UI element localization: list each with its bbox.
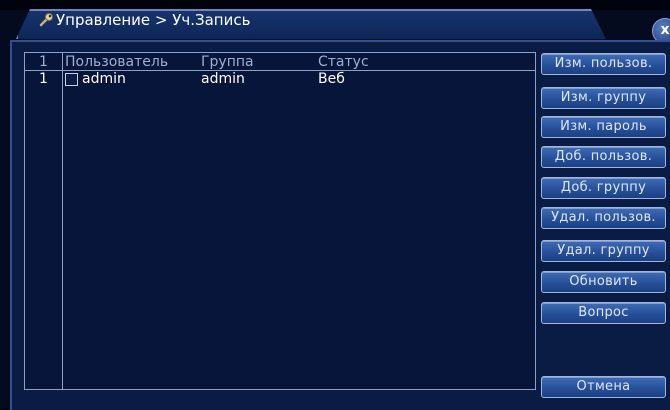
row-checkbox[interactable] — [65, 73, 78, 86]
edit-user-button[interactable]: Изм. пользов. — [541, 53, 666, 75]
dialog-window: Управление > Уч.Запись x 1 Пользователь … — [0, 0, 670, 410]
header-status[interactable]: Статус — [318, 54, 369, 70]
top-bar — [0, 0, 670, 10]
header-user[interactable]: Пользователь — [65, 54, 168, 70]
users-table: 1 Пользователь Группа Статус 1 admin adm… — [24, 52, 536, 390]
add-group-button[interactable]: Доб. группу — [541, 177, 666, 199]
row-group: admin — [201, 71, 245, 87]
edit-group-button[interactable]: Изм. группу — [541, 87, 666, 109]
header-group[interactable]: Группа — [201, 54, 254, 70]
column-divider — [62, 53, 63, 389]
row-index: 1 — [39, 71, 48, 87]
row-user: admin — [82, 71, 126, 87]
delete-group-button[interactable]: Удал. группу — [541, 240, 666, 262]
edit-password-button[interactable]: Изм. пароль — [541, 116, 666, 138]
window-title: Управление > Уч.Запись — [56, 11, 251, 29]
add-user-button[interactable]: Доб. пользов. — [541, 146, 666, 168]
delete-user-button[interactable]: Удал. пользов. — [541, 207, 666, 229]
row-status: Веб — [318, 71, 345, 87]
question-button[interactable]: Вопрос — [541, 302, 666, 324]
cancel-button[interactable]: Отмена — [541, 376, 666, 398]
refresh-button[interactable]: Обновить — [541, 271, 666, 293]
header-count: 1 — [39, 54, 48, 70]
tools-icon — [39, 13, 53, 27]
